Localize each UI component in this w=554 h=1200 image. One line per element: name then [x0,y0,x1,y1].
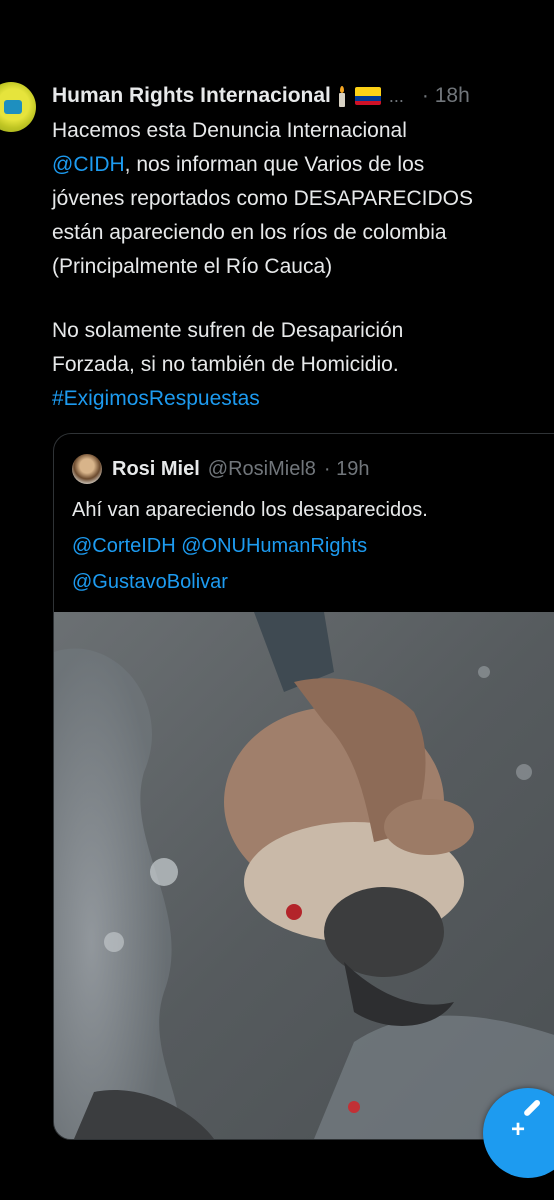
quoted-tweet-header: Rosi Miel @RosiMiel8 · 19h [72,454,370,484]
timeline: Human Rights Internacional ... · 18h Hac… [0,0,554,1200]
tweet-text-line: No solamente sufren de Desaparición [52,319,404,342]
tweet-text-fragment: , nos informan que Varios de los [124,153,425,176]
name-truncation-ellipsis: ... [388,85,404,106]
plus-icon: + [511,1116,526,1143]
tweet-timestamp[interactable]: · 18h [422,84,470,108]
tweet-text-line: @CIDH, nos informan que Varios de los [52,148,554,182]
tweet-text-line: están apareciendo en los ríos de colombi… [52,221,447,244]
quoted-tweet-text: Ahí van apareciendo los desaparecidos. @… [72,492,428,600]
quoted-author-name: Rosi Miel [112,457,200,480]
quoted-tweet-card[interactable]: Rosi Miel @RosiMiel8 · 19h Ahí van apare… [53,433,554,1140]
quoted-text-line: Ahí van apareciendo los desaparecidos. [72,499,428,521]
mention-link[interactable]: @CIDH [52,153,125,176]
colombia-flag-icon [354,87,381,105]
quoted-tweet-timestamp: · 19h [323,457,370,480]
quoted-author-handle: @RosiMiel8 [207,457,316,480]
hashtag-link[interactable]: #ExigimosRespuestas [52,382,554,416]
mention-links[interactable]: @CorteIDH @ONUHumanRights [72,528,428,564]
tweet-text-line: jóvenes reportados como DESAPARECIDOS [52,187,473,210]
mention-link[interactable]: @GustavoBolivar [72,564,428,600]
avatar-logo-mark [4,100,22,114]
tweet-text-line: Hacemos esta Denuncia Internacional [52,119,407,142]
tweet-text-line: (Principalmente el Río Cauca) [52,255,333,278]
author-name[interactable]: Human Rights Internacional [52,84,331,108]
tweet-header: Human Rights Internacional ... · 18h [52,82,470,110]
tweet-text-line: Forzada, si no también de Homicidio. [52,353,399,376]
photo-content [54,612,554,1139]
compose-feather-icon [522,1098,542,1118]
quoted-tweet-photo[interactable] [54,612,554,1139]
quoted-author-avatar [72,454,102,484]
candle-emoji-icon [337,85,347,107]
tweet-text: Hacemos esta Denuncia Internacional @CID… [52,114,554,416]
author-avatar[interactable] [0,82,36,132]
